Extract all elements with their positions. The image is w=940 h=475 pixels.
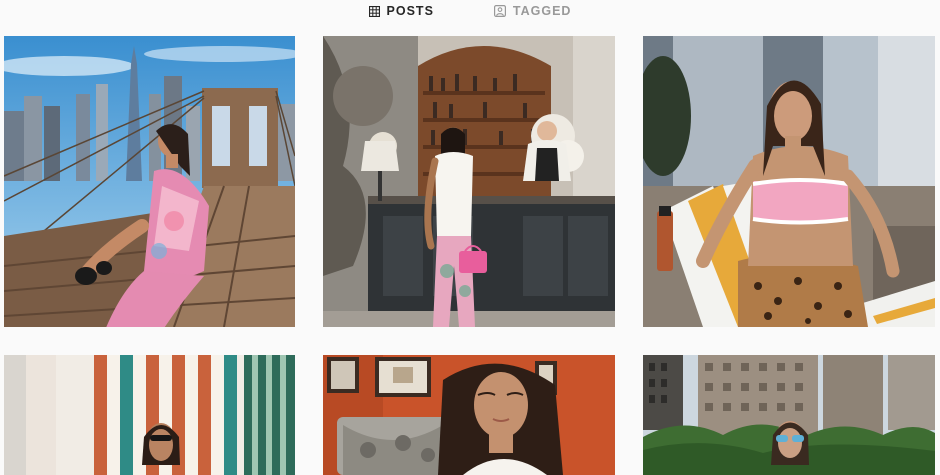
post-image-stripes	[4, 355, 295, 475]
post-image-rooftop	[643, 355, 935, 475]
post-tile[interactable]	[323, 36, 615, 327]
post-tile[interactable]	[643, 355, 935, 475]
post-tile[interactable]	[643, 36, 935, 327]
post-image-poolside	[643, 36, 935, 327]
post-image-bar	[323, 36, 615, 327]
post-image-bridge	[4, 36, 295, 327]
post-tile[interactable]	[4, 355, 295, 475]
post-tile[interactable]	[4, 36, 295, 327]
posts-grid	[0, 0, 940, 475]
post-tile[interactable]	[323, 355, 615, 475]
post-image-portrait	[323, 355, 615, 475]
